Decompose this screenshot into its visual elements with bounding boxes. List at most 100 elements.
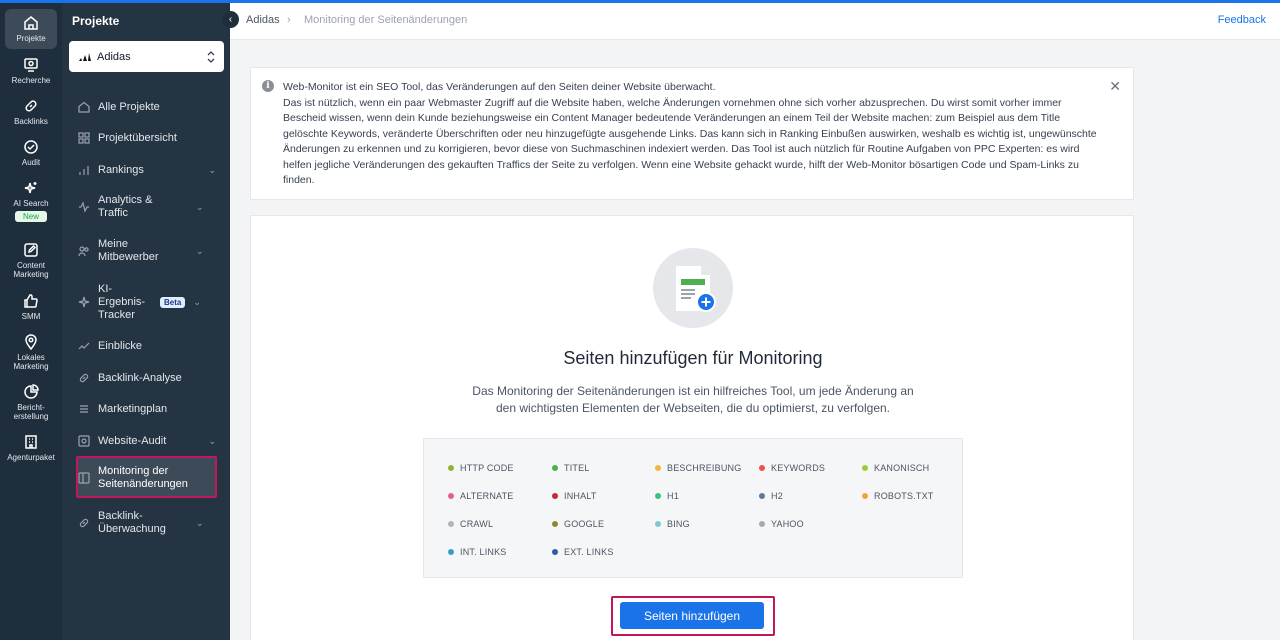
- sidebar-item-monitoring-seitenaenderungen[interactable]: Monitoring der Seitenänderungen: [76, 464, 216, 492]
- tag-robots-txt: ROBOTS.TXT: [862, 491, 934, 501]
- sidebar-item-einblicke[interactable]: Einblicke: [76, 338, 216, 354]
- sidebar-item-marketingplan[interactable]: Marketingplan: [76, 401, 216, 417]
- legend-dot: [552, 521, 558, 527]
- rail-item-smm[interactable]: SMM: [5, 293, 57, 321]
- collapse-sidebar-button[interactable]: ‹: [222, 11, 239, 28]
- sidebar-item-label: Einblicke: [98, 339, 143, 352]
- sidebar-item-ki-ergebnis-tracker[interactable]: KI-Ergebnis-Tracker Beta ⌄: [76, 281, 216, 323]
- legend-dot: [655, 521, 661, 527]
- tag-label: INHALT: [564, 491, 597, 501]
- sidebar-item-label: KI-Ergebnis-Tracker: [98, 282, 146, 321]
- sidebar-item-projektuebersicht[interactable]: Projektübersicht: [76, 130, 216, 146]
- rail-item-agenturpaket[interactable]: Agenturpaket: [5, 434, 57, 462]
- chevron-down-icon: ⌄: [196, 245, 204, 256]
- sidebar-item-label: Meine Mitbewerber: [98, 238, 159, 263]
- feedback-link[interactable]: Feedback: [1218, 14, 1266, 26]
- list-icon: [80, 405, 88, 413]
- sidebar-item-label: Alle Projekte: [98, 100, 160, 113]
- sidebar-item-label: Marketingplan: [98, 402, 168, 415]
- beta-badge: Beta: [160, 296, 186, 308]
- tag-google: GOOGLE: [552, 519, 604, 529]
- rail-item-audit[interactable]: Audit: [5, 139, 57, 167]
- sidebar-item-alle-projekte[interactable]: Alle Projekte: [76, 99, 216, 115]
- users-icon: [78, 246, 89, 257]
- icon-rail: Projekte Recherche Backlinks Audit AI Se…: [0, 3, 62, 640]
- tag-label: EXT. LINKS: [564, 547, 614, 557]
- monitor-search-icon: [24, 58, 38, 72]
- tag-h2: H2: [759, 491, 783, 501]
- tag-titel: TITEL: [552, 463, 590, 473]
- rail-label: Agenturpaket: [7, 453, 55, 462]
- rail-item-lokales-marketing[interactable]: Lokales Marketing: [5, 334, 57, 371]
- chevron-down-icon: ⌄: [196, 517, 204, 528]
- tag-keywords: KEYWORDS: [759, 463, 825, 473]
- project-selector[interactable]: Adidas: [69, 41, 224, 72]
- rail-label: Content Marketing: [13, 261, 49, 279]
- empty-state-title: Seiten hinzufügen für Monitoring: [563, 348, 823, 368]
- tag-yahoo: YAHOO: [759, 519, 804, 529]
- link-icon: [25, 100, 37, 112]
- legend-dot: [862, 465, 868, 471]
- tag-label: HTTP CODE: [460, 463, 514, 473]
- check-circle-icon: [24, 140, 38, 154]
- add-pages-button[interactable]: Seiten hinzufügen: [620, 602, 764, 629]
- sidebar-item-analytics-traffic[interactable]: Analytics & Traffic ⌄: [76, 193, 216, 221]
- sidebar-item-backlink-ueberwachung[interactable]: Backlink-Überwachung ⌄: [76, 509, 216, 537]
- rail-item-berichterstellung[interactable]: Bericht-erstellung: [5, 384, 57, 421]
- tracked-elements-panel: HTTP CODE TITEL BESCHREIBUNG KEYWORDS KA…: [423, 438, 963, 578]
- sidebar-item-backlink-analyse[interactable]: Backlink-Analyse: [76, 370, 216, 386]
- tag-label: BESCHREIBUNG: [667, 463, 742, 473]
- legend-dot: [448, 465, 454, 471]
- chevron-down-icon: ⌄: [208, 435, 216, 446]
- adidas-logo-icon: [79, 52, 91, 61]
- legend-dot: [759, 465, 765, 471]
- rail-item-ai-search[interactable]: AI Search New: [5, 180, 57, 222]
- breadcrumb-current: Monitoring der Seitenänderungen: [304, 14, 468, 26]
- tag-int-links: INT. LINKS: [448, 547, 507, 557]
- breadcrumb-separator: ›: [287, 14, 291, 26]
- rail-label: Bericht-erstellung: [13, 403, 49, 421]
- rail-label: Audit: [21, 158, 41, 167]
- close-icon[interactable]: ✕: [1109, 78, 1121, 95]
- tag-ext-links: EXT. LINKS: [552, 547, 614, 557]
- rail-label: Projekte: [16, 34, 46, 43]
- info-line-body: Das ist nützlich, wenn ein paar Webmaste…: [283, 96, 1097, 187]
- legend-dot: [552, 493, 558, 499]
- pencil-square-icon: [24, 243, 38, 257]
- rail-label: Backlinks: [14, 117, 48, 126]
- chevron-left-icon: ‹: [228, 14, 233, 25]
- tag-label: H1: [667, 491, 679, 501]
- link-icon: [79, 518, 89, 528]
- home-icon: [24, 16, 38, 30]
- add-page-illustration: [653, 248, 733, 328]
- chevron-updown-icon: [207, 50, 215, 63]
- sparkle-icon: [24, 182, 37, 194]
- legend-dot: [448, 493, 454, 499]
- sidebar-item-meine-mitbewerber[interactable]: Meine Mitbewerber ⌄: [76, 237, 216, 265]
- tag-label: BING: [667, 519, 690, 529]
- trend-icon: [78, 342, 90, 350]
- home-icon: [78, 101, 90, 113]
- tag-label: H2: [771, 491, 783, 501]
- pulse-icon: [79, 201, 89, 213]
- rail-item-content-marketing[interactable]: Content Marketing: [5, 242, 57, 279]
- document-add-icon: [676, 266, 716, 312]
- tag-alternate: ALTERNATE: [448, 491, 513, 501]
- chevron-down-icon: ⌄: [208, 164, 216, 175]
- info-line-intro: Web-Monitor ist ein SEO Tool, das Veränd…: [283, 81, 716, 93]
- sidebar-item-website-audit[interactable]: Website-Audit ⌄: [76, 433, 216, 449]
- breadcrumb-project[interactable]: Adidas: [246, 14, 280, 26]
- tag-crawl: CRAWL: [448, 519, 493, 529]
- legend-dot: [759, 493, 765, 499]
- rail-label: SMM: [21, 312, 41, 321]
- rail-item-projekte[interactable]: Projekte: [5, 9, 57, 49]
- tag-label: INT. LINKS: [460, 547, 507, 557]
- tag-http-code: HTTP CODE: [448, 463, 514, 473]
- top-bar: Adidas › Monitoring der Seitenänderungen…: [230, 3, 1280, 40]
- rail-item-recherche[interactable]: Recherche: [5, 57, 57, 85]
- tag-label: KEYWORDS: [771, 463, 826, 473]
- sidebar-item-label: Backlink-Analyse: [98, 371, 182, 384]
- rail-item-backlinks[interactable]: Backlinks: [5, 98, 57, 126]
- top-accent-line: [0, 0, 1280, 3]
- sidebar-item-rankings[interactable]: Rankings ⌄: [76, 162, 216, 178]
